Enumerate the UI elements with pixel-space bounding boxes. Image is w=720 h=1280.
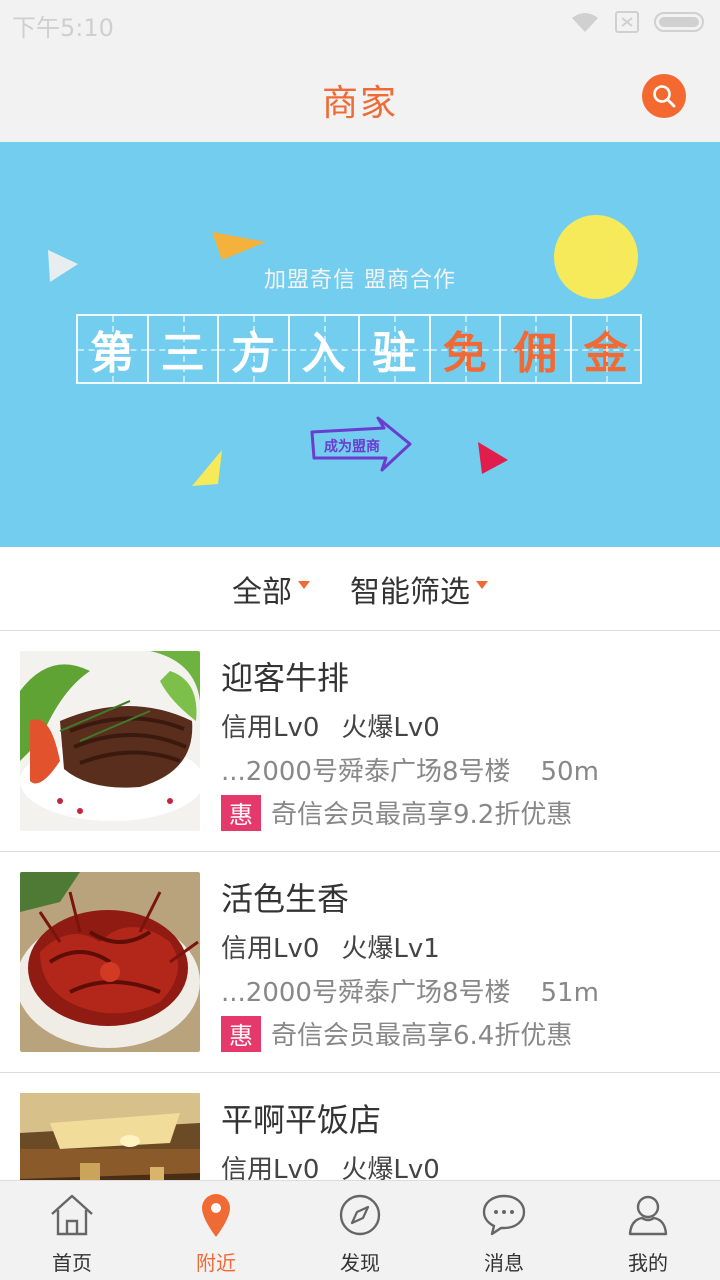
banner-subtitle: 加盟奇信 盟商合作 bbox=[264, 268, 456, 293]
tab-label: 发现 bbox=[340, 1251, 380, 1275]
merchant-item[interactable]: 迎客牛排 信用Lv0 火爆Lv0 ...2000号舜泰广场8号楼 50m 惠 奇信会… bbox=[0, 631, 720, 852]
location-pin-icon bbox=[192, 1191, 240, 1239]
hot-level: 火爆Lv0 bbox=[341, 1155, 440, 1180]
app-header: 商家 bbox=[0, 50, 720, 142]
banner-char-highlight: 佣 bbox=[501, 316, 572, 382]
tab-label: 附近 bbox=[196, 1251, 236, 1275]
become-partner-button[interactable]: 成为盟商 bbox=[306, 414, 416, 474]
tab-messages[interactable]: 消息 bbox=[432, 1181, 576, 1280]
merchant-photo bbox=[20, 872, 200, 1052]
status-icons bbox=[570, 10, 708, 34]
user-icon bbox=[624, 1191, 672, 1239]
merchant-photo bbox=[20, 1093, 200, 1180]
merchant-levels: 信用Lv0 火爆Lv0 bbox=[221, 1149, 440, 1180]
banner-char: 入 bbox=[289, 316, 360, 382]
bottom-tab-bar: 首页 附近 发现 消息 我的 bbox=[0, 1180, 720, 1280]
chat-bubble-icon bbox=[480, 1191, 528, 1239]
become-partner-label: 成为盟商 bbox=[324, 439, 380, 455]
status-time: 下午5:10 bbox=[12, 14, 114, 42]
merchant-promo: 惠 奇信会员最高享9.2折优惠 bbox=[221, 794, 572, 831]
merchant-distance: 50m bbox=[540, 757, 599, 787]
merchant-list: 迎客牛排 信用Lv0 火爆Lv0 ...2000号舜泰广场8号楼 50m 惠 奇信会… bbox=[0, 631, 720, 1180]
page-title: 商家 bbox=[321, 83, 398, 124]
merchant-address: ...2000号舜泰广场8号楼 bbox=[221, 757, 511, 787]
merchant-item[interactable]: 平啊平饭店 信用Lv0 火爆Lv0 bbox=[0, 1073, 720, 1180]
banner-headline: 第 三 方 入 驻 免 佣 金 bbox=[76, 314, 642, 384]
tab-label: 我的 bbox=[628, 1251, 668, 1275]
filter-bar: 全部 智能筛选 bbox=[0, 547, 720, 631]
discount-badge: 惠 bbox=[221, 794, 261, 831]
merchant-address-row: ...2000号舜泰广场8号楼 51m bbox=[221, 972, 701, 1009]
banner-char: 三 bbox=[148, 316, 219, 382]
caret-down-icon bbox=[298, 580, 310, 589]
merchant-levels: 信用Lv0 火爆Lv0 bbox=[221, 707, 440, 744]
banner-char-highlight: 金 bbox=[571, 316, 641, 382]
search-button[interactable] bbox=[642, 74, 686, 118]
compass-icon bbox=[336, 1191, 384, 1239]
merchant-item[interactable]: 活色生香 信用Lv0 火爆Lv1 ...2000号舜泰广场8号楼 51m 惠 奇信会… bbox=[0, 852, 720, 1073]
promo-text: 奇信会员最高享6.4折优惠 bbox=[271, 1021, 573, 1051]
merchant-promo: 惠 奇信会员最高享6.4折优惠 bbox=[221, 1015, 572, 1052]
filter-smart[interactable]: 智能筛选 bbox=[350, 567, 488, 611]
banner-char: 方 bbox=[219, 316, 290, 382]
home-icon bbox=[48, 1191, 96, 1239]
banner-char-highlight: 免 bbox=[430, 316, 501, 382]
credit-level: 信用Lv0 bbox=[221, 713, 320, 743]
merchant-photo bbox=[20, 651, 200, 831]
merchant-address-row: ...2000号舜泰广场8号楼 50m bbox=[221, 751, 701, 788]
merchant-name: 平啊平饭店 bbox=[221, 1101, 382, 1139]
status-bar: 下午5:10 bbox=[0, 0, 720, 50]
merchant-address: ...2000号舜泰广场8号楼 bbox=[221, 978, 511, 1008]
wifi-icon bbox=[572, 13, 598, 32]
tab-profile[interactable]: 我的 bbox=[576, 1181, 720, 1280]
discount-badge: 惠 bbox=[221, 1015, 261, 1052]
promo-text: 奇信会员最高享9.2折优惠 bbox=[271, 800, 573, 830]
promo-banner[interactable]: 加盟奇信 盟商合作 第 三 方 入 驻 免 佣 金 成为盟商 bbox=[0, 142, 720, 547]
tab-label: 首页 bbox=[52, 1251, 92, 1275]
tab-label: 消息 bbox=[484, 1251, 524, 1275]
merchant-name: 活色生香 bbox=[221, 880, 350, 918]
filter-label: 全部 bbox=[232, 574, 292, 610]
tab-discover[interactable]: 发现 bbox=[288, 1181, 432, 1280]
filter-all[interactable]: 全部 bbox=[232, 567, 310, 611]
caret-down-icon bbox=[476, 580, 488, 589]
search-icon bbox=[653, 85, 676, 108]
hot-level: 火爆Lv1 bbox=[341, 934, 440, 964]
tab-nearby[interactable]: 附近 bbox=[144, 1181, 288, 1280]
merchant-levels: 信用Lv0 火爆Lv1 bbox=[221, 928, 440, 965]
banner-char: 第 bbox=[78, 316, 149, 382]
credit-level: 信用Lv0 bbox=[221, 934, 320, 964]
hot-level: 火爆Lv0 bbox=[341, 713, 440, 743]
tab-home[interactable]: 首页 bbox=[0, 1181, 144, 1280]
merchant-distance: 51m bbox=[540, 978, 599, 1008]
battery-icon bbox=[654, 12, 704, 32]
credit-level: 信用Lv0 bbox=[221, 1155, 320, 1180]
filter-label: 智能筛选 bbox=[350, 574, 470, 610]
no-sim-icon bbox=[615, 11, 639, 33]
banner-char: 驻 bbox=[360, 316, 431, 382]
merchant-name: 迎客牛排 bbox=[221, 659, 350, 697]
